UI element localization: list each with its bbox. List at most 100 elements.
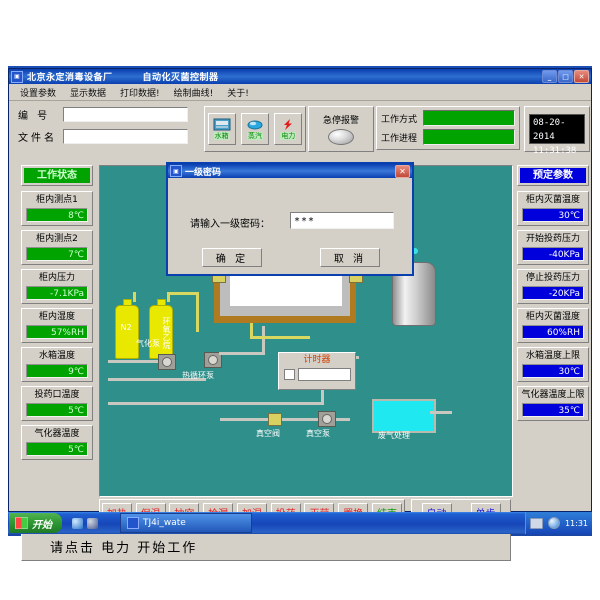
timer-value-field[interactable] [298, 368, 351, 381]
taskbar-window-button[interactable]: TJ4i_wate [120, 513, 252, 533]
menu-item-draw-curve[interactable]: 绘制曲线! [167, 85, 221, 100]
menu-item-settings[interactable]: 设置参数 [13, 85, 63, 100]
pipe-segment [219, 352, 265, 355]
vacuum-pump[interactable] [318, 411, 336, 427]
menu-item-display-data[interactable]: 显示数据 [63, 85, 113, 100]
menu-item-print-data[interactable]: 打印数据! [113, 85, 167, 100]
quick-launch-bar [68, 517, 102, 529]
preset-label: 柜内灭菌温度 [525, 195, 580, 205]
preset-value: 30℃ [522, 208, 584, 222]
pipe-segment [196, 292, 199, 332]
vaporizer-pump-label: 气化泵 [136, 339, 160, 348]
emergency-alarm-label: 急停报警 [322, 116, 359, 126]
work-status-panel: 工作状态 柜内测点1 8℃ 柜内测点2 7℃ 柜内压力 -7.1KPa 柜内湿度… [21, 165, 93, 464]
vacuum-valve-label: 真空阀 [256, 429, 280, 438]
chamber-base [214, 316, 356, 323]
dialog-close-button[interactable]: ✕ [395, 164, 410, 178]
close-button[interactable]: ✕ [574, 70, 589, 83]
timer-panel: 计时器 [278, 352, 356, 390]
timer-checkbox[interactable] [284, 369, 295, 380]
tray-volume-icon[interactable] [547, 517, 560, 529]
clock-time: 11:31:38 [533, 146, 577, 156]
start-button[interactable]: 开始 [9, 513, 62, 533]
status-item-cabinet-humidity: 柜内湿度 57%RH [21, 308, 93, 343]
screen: ▣ 北京永定消毒设备厂 自动化灭菌控制器 _ □ ✕ 设置参数 显示数据 打印数… [0, 0, 600, 600]
preset-value: 30℃ [522, 364, 584, 378]
preset-item-sterilize-temp[interactable]: 柜内灭菌温度 30℃ [517, 191, 589, 226]
status-value: 7℃ [26, 247, 88, 261]
browser-icon[interactable] [72, 517, 83, 529]
status-label: 投药口温度 [34, 390, 80, 400]
status-value: 57%RH [26, 325, 88, 339]
heat-circulation-pump-label: 热循环泵 [182, 371, 214, 380]
window-title: 北京永定消毒设备厂 [27, 73, 113, 83]
maximize-button[interactable]: □ [558, 70, 573, 83]
window-title-bar[interactable]: ▣ 北京永定消毒设备厂 自动化灭菌控制器 _ □ ✕ [9, 69, 591, 84]
filename-field-row: 文件名 [14, 129, 199, 144]
preset-value: -20KPa [522, 286, 584, 300]
status-item-water-tank-temp: 水箱温度 9℃ [21, 347, 93, 382]
clock-display: 08-20-2014 11:31:38 [529, 114, 585, 156]
window-controls: _ □ ✕ [542, 70, 589, 83]
taskbar-window-label: TJ4i_wate [143, 518, 186, 528]
preset-item-water-tank-temp-limit[interactable]: 水箱温度上限 30℃ [517, 347, 589, 382]
minimize-button[interactable]: _ [542, 70, 557, 83]
steam-icon [247, 120, 263, 130]
work-mode-panel: 工作方式 工作进程 [376, 106, 520, 150]
dialog-ok-button[interactable]: 确 定 [202, 248, 262, 267]
pipe-segment [167, 292, 199, 295]
preset-parameters-title: 预定参数 [517, 165, 589, 186]
emergency-alarm-panel: 急停报警 [308, 106, 374, 152]
status-label: 柜内压力 [38, 273, 75, 283]
source-toolbar: 水箱 蒸汽 电力 [204, 106, 306, 152]
preset-item-sterilize-humidity[interactable]: 柜内灭菌湿度 60%RH [517, 308, 589, 343]
number-input[interactable] [63, 107, 188, 122]
dialog-title: 一级密码 [185, 167, 222, 178]
dialog-icon: ▣ [170, 165, 182, 177]
timer-row [281, 368, 353, 381]
work-status-title-label: 工作状态 [24, 168, 90, 183]
work-mode-indicator [423, 110, 515, 126]
media-icon[interactable] [87, 517, 98, 529]
filename-input[interactable] [63, 129, 188, 144]
preset-parameters-panel: 预定参数 柜内灭菌温度 30℃ 开始投药压力 -40KPa 停止投药压力 -20… [517, 165, 589, 425]
water-tank-button[interactable]: 水箱 [207, 113, 236, 145]
vacuum-valve[interactable] [268, 413, 282, 426]
vaporizer-pump[interactable] [158, 354, 176, 370]
clock-date: 08-20-2014 [533, 118, 566, 142]
taskbar: 开始 TJ4i_wate 11:31 [8, 512, 592, 534]
preset-item-dosing-stop-pressure[interactable]: 停止投药压力 -20KPa [517, 269, 589, 304]
preset-value: 35℃ [522, 403, 584, 417]
preset-label: 开始投药压力 [525, 234, 580, 244]
taskbar-window-icon [127, 517, 139, 529]
emergency-stop-lamp[interactable] [328, 129, 354, 145]
filename-label: 文件名 [18, 133, 57, 144]
water-tank-label: 水箱 [213, 132, 230, 140]
status-value: -7.1KPa [26, 286, 88, 300]
dialog-cancel-button[interactable]: 取 消 [320, 248, 380, 267]
header-strip: 编 号 文件名 水箱 蒸汽 电力 急停报警 工作方式 工作进程 08-20-20… [12, 105, 590, 163]
power-button[interactable]: 电力 [274, 113, 303, 145]
preset-item-dosing-start-pressure[interactable]: 开始投药压力 -40KPa [517, 230, 589, 265]
waste-gas-treatment-unit[interactable] [372, 399, 436, 433]
windows-flag-icon [15, 517, 28, 529]
menu-item-about[interactable]: 关于! [220, 85, 256, 100]
work-progress-indicator [423, 129, 515, 145]
window-subtitle: 自动化灭菌控制器 [142, 73, 219, 83]
work-progress-label: 工作进程 [381, 133, 418, 144]
status-label: 气化器温度 [34, 429, 80, 439]
preset-item-vaporizer-temp-limit[interactable]: 气化器温度上限 35℃ [517, 386, 589, 421]
password-input[interactable] [290, 212, 394, 229]
preset-value: -40KPa [522, 247, 584, 261]
menu-bar: 设置参数 显示数据 打印数据! 绘制曲线! 关于! [9, 84, 591, 101]
preset-label: 气化器温度上限 [521, 390, 585, 400]
main-application-window: ▣ 北京永定消毒设备厂 自动化灭菌控制器 _ □ ✕ 设置参数 显示数据 打印数… [8, 68, 592, 561]
status-label: 柜内测点1 [36, 195, 78, 205]
pipe-segment [108, 402, 324, 405]
status-label: 柜内湿度 [38, 312, 75, 322]
steam-button[interactable]: 蒸汽 [240, 113, 269, 145]
number-field-row: 编 号 [14, 107, 199, 122]
preset-label: 柜内灭菌湿度 [525, 312, 580, 322]
tray-device-icon[interactable] [529, 517, 543, 529]
dialog-title-bar[interactable]: ▣ 一级密码 ✕ [168, 164, 412, 178]
